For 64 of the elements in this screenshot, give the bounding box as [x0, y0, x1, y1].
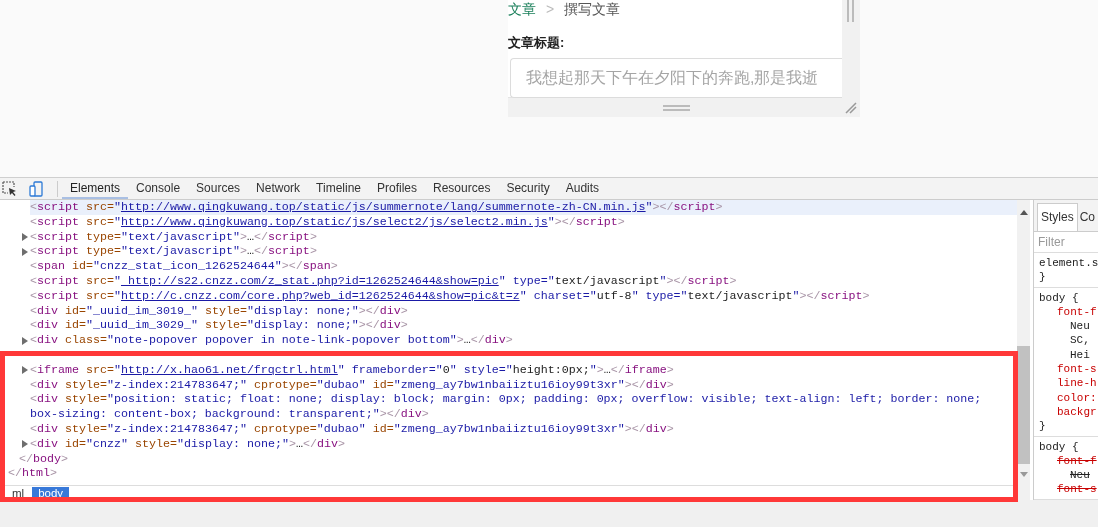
style-line: element.s — [1039, 256, 1098, 271]
code-line[interactable]: <script src=" http://s22.cnzz.com/z_stat.php?id=1262524644&show=pic" type="text/javascript"></script> — [30, 274, 1017, 289]
style-line: font-s — [1056, 482, 1098, 497]
link[interactable]: http://x.hao61.net/frqctrl.html — [120, 362, 338, 377]
style-line: font-f — [1056, 453, 1098, 469]
resize-grip-icon[interactable] — [845, 101, 857, 114]
style-line: color: — [1056, 390, 1098, 405]
drag-handle-icon[interactable] — [663, 104, 690, 111]
style-line: line-h — [1056, 376, 1098, 391]
panel-tab[interactable]: Network — [248, 178, 309, 199]
panel-tab[interactable]: Timeline — [308, 178, 369, 199]
breadcrumb-link[interactable]: 文章 — [508, 0, 536, 18]
style-line: Hei — [1069, 347, 1091, 363]
code-line[interactable]: <script src="http://www.qingkuwang.top/static/js/select2/js/select2.min.js"></script> — [30, 214, 1017, 230]
expand-arrow-icon[interactable] — [22, 366, 28, 375]
style-line: font-f — [1056, 304, 1098, 320]
code-line[interactable]: <div id="_uuid_im_3019_" style="display: none;"></div> — [30, 303, 1017, 319]
style-line: } — [1039, 419, 1047, 434]
style-line: SC, — [1069, 333, 1091, 348]
title-input[interactable]: 我想起那天下午在夕阳下的奔跑,那是我逝 — [510, 58, 842, 98]
style-line: body { — [1039, 290, 1080, 305]
code-line[interactable]: <div class="note-popover popover in note-link-popover bottom">…</div> — [30, 333, 1017, 348]
panel-tab[interactable]: Resources — [425, 178, 499, 199]
style-line: font-s — [1056, 362, 1098, 377]
link[interactable]: http://s22.cnzz.com/z_stat.php?id=1262524644&show=pic — [120, 274, 499, 288]
breadcrumb-separator: > — [546, 0, 555, 18]
panel-tab[interactable]: Console — [128, 178, 189, 199]
panel-tab[interactable]: Sources — [188, 178, 249, 199]
code-line[interactable]: <div style="position: static; float: none; display: block; margin: 0px; padding: 0px; overflow: visible; text-align: left; border: none; box-sizing: content-box; background: transparent;"></div> — [30, 392, 1017, 422]
code-line[interactable]: <div id="_uuid_im_3029_" style="display: none;"></div> — [30, 318, 1017, 334]
scroll-grip-icon[interactable] — [847, 0, 855, 22]
link[interactable]: http://www.qingkuwang.top/static/js/select2/js/select2.min.js — [120, 214, 548, 229]
code-line[interactable]: </html> — [8, 466, 1017, 482]
link[interactable]: http://c.cnzz.com/core.php?web_id=1262524644&show=pic&t=z — [120, 288, 520, 303]
expand-arrow-icon[interactable] — [22, 233, 28, 241]
expand-arrow-icon[interactable] — [22, 440, 28, 449]
scroll-up-arrow-icon[interactable] — [1019, 210, 1028, 215]
panel-tab[interactable]: Audits — [557, 178, 608, 199]
device-icon[interactable] — [29, 180, 43, 197]
code-line[interactable]: <iframe src="http://x.hao61.net/frqctrl.html" frameborder="0" style="height:0px;">…</iframe> — [30, 362, 1017, 378]
panel-tab[interactable]: Profiles — [369, 178, 426, 199]
breadcrumb-item: 撰写文章 — [564, 0, 621, 18]
sidebar-tab[interactable]: Styles — [1037, 203, 1078, 231]
panel-tab[interactable]: Security — [498, 178, 558, 199]
field-label: 文章标题: — [508, 34, 565, 52]
code-line[interactable]: <div id="cnzz" style="display: none;">…</div> — [30, 436, 1017, 452]
style-line: Neu — [1069, 468, 1091, 483]
code-line[interactable]: <div style="z-index:214783647;" cprotype="dubao" id="zmeng_ay7bw1nbaiiztu16ioy99t3xr"></div> — [30, 421, 1017, 437]
style-line: body { — [1039, 439, 1080, 454]
code-line[interactable]: <script src="http://c.cnzz.com/core.php?web_id=1262524644&show=pic&t=z" charset="utf-8" type="text/javascript"></script> — [30, 288, 1017, 304]
inspect-icon[interactable] — [2, 181, 17, 196]
code-line[interactable]: <script type="text/javascript">…</script> — [30, 229, 1017, 245]
code-line[interactable]: <span id="cnzz_stat_icon_1262524644"></span> — [30, 259, 1017, 274]
sidebar-tab[interactable]: Co — [1079, 204, 1096, 231]
code-line[interactable]: <div style="z-index:214783647;" cprotype="dubao" id="zmeng_ay7bw1nbaiiztu16ioy99t3xr"></div> — [30, 377, 1017, 393]
code-line[interactable]: <script type="text/javascript">…</script> — [30, 244, 1017, 260]
expand-arrow-icon[interactable] — [22, 336, 28, 345]
style-line: Neu — [1069, 319, 1091, 334]
breadcrumb-item[interactable]: ml — [8, 486, 29, 500]
style-line: backgr — [1056, 404, 1098, 420]
code-line[interactable]: </body> — [19, 451, 1017, 467]
expand-arrow-icon[interactable] — [22, 247, 28, 256]
style-line: } — [1039, 270, 1047, 285]
link[interactable]: http://www.qingkuwang.top/static/js/summernote/lang/summernote-zh-CN.min.js — [120, 200, 646, 214]
